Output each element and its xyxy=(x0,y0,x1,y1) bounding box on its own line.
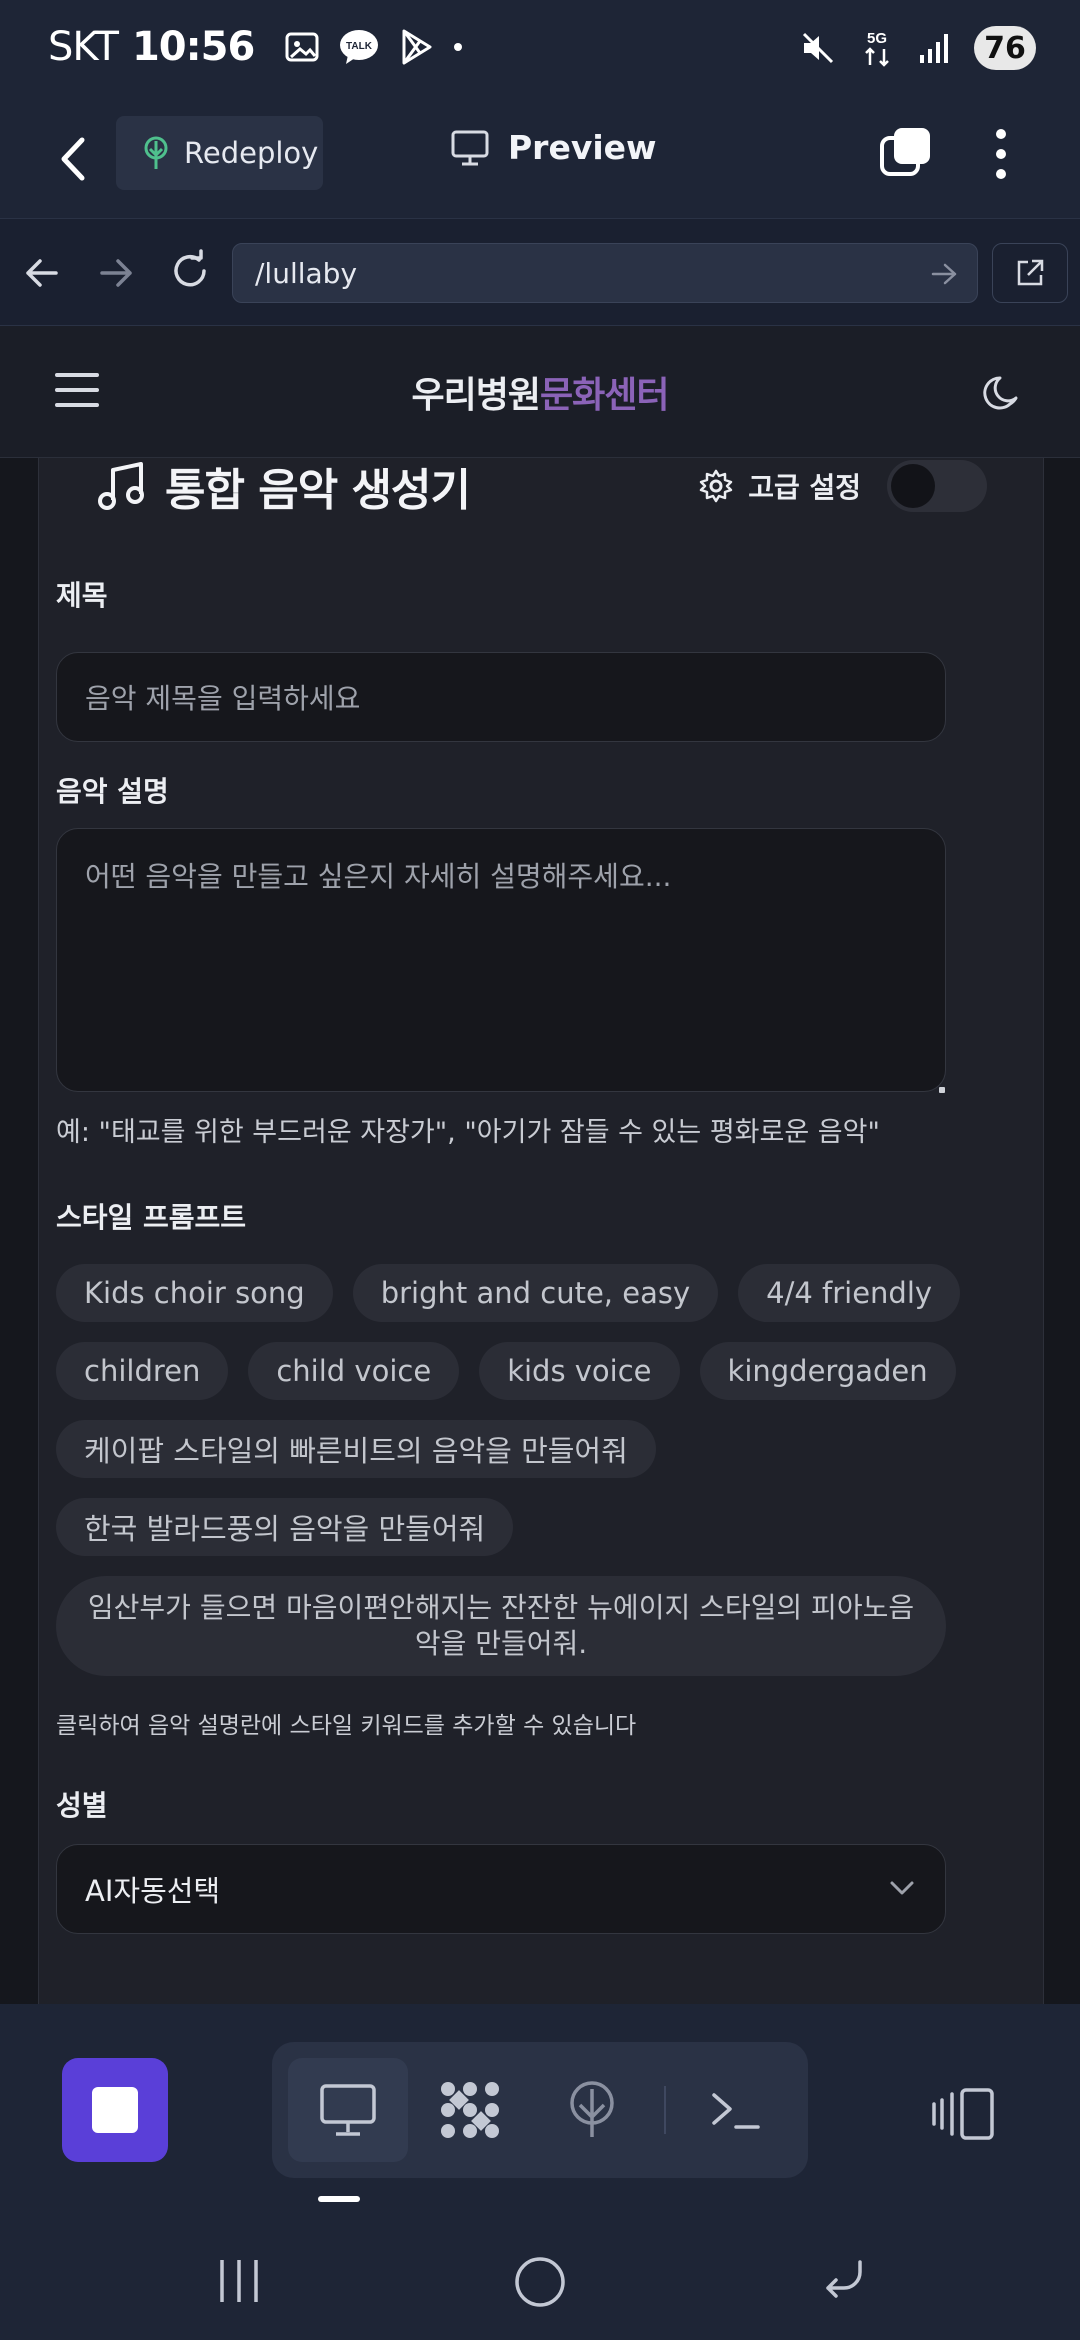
more-options-button[interactable] xyxy=(990,126,1012,182)
style-chip-list: Kids choir song bright and cute, easy 4/… xyxy=(56,1264,961,1676)
music-note-icon xyxy=(98,462,144,510)
recent-apps-icon xyxy=(220,2260,258,2302)
battery-indicator: 76 xyxy=(974,26,1036,70)
side-panel-icon xyxy=(932,2088,994,2140)
description-label: 음악 설명 xyxy=(56,775,169,808)
description-example-hint: 예: "태교를 위한 부드러운 자장가", "아기가 잠들 수 있는 평화로운 … xyxy=(56,1117,880,1148)
home-circle-icon xyxy=(515,2257,565,2307)
tabs-button[interactable] xyxy=(878,124,934,180)
arrow-right-icon xyxy=(100,259,132,287)
gender-selected-value: AI자동선택 xyxy=(85,1874,221,1908)
url-input[interactable]: /lullaby xyxy=(232,243,978,303)
chevron-left-icon xyxy=(61,137,85,181)
bottom-toolbar xyxy=(0,2004,1080,2204)
gear-icon xyxy=(699,469,733,503)
style-chip[interactable]: kingdergaden xyxy=(699,1342,956,1400)
recent-apps-button[interactable] xyxy=(216,2258,262,2304)
status-bar: SKT 10:56 TALK 5G 76 xyxy=(0,0,1080,100)
system-back-button[interactable] xyxy=(820,2256,868,2304)
deploy-icon xyxy=(570,2081,614,2137)
open-external-button[interactable] xyxy=(992,243,1068,303)
back-button[interactable] xyxy=(48,130,100,188)
url-text: /lullaby xyxy=(255,256,358,290)
moon-icon xyxy=(983,376,1018,410)
preview-tab[interactable]: Preview xyxy=(450,128,657,167)
brand-accent: 문화센터 xyxy=(540,375,669,416)
style-chip[interactable]: children xyxy=(56,1342,229,1400)
style-chip[interactable]: kids voice xyxy=(479,1342,680,1400)
tabs-icon xyxy=(880,128,930,176)
browser-reload-button[interactable] xyxy=(168,249,212,293)
external-link-icon xyxy=(1017,259,1044,286)
home-button[interactable] xyxy=(512,2254,568,2310)
theme-toggle-button[interactable] xyxy=(980,374,1022,416)
clock: 10:56 xyxy=(131,24,255,70)
site-header: 우리병원문화센터 xyxy=(0,326,1080,458)
reload-icon xyxy=(174,249,206,287)
signal-icon xyxy=(918,31,952,65)
monitor-icon xyxy=(320,2084,376,2136)
style-chip[interactable]: Kids choir song xyxy=(56,1264,333,1322)
style-chip-note: 클릭하여 음악 설명란에 스타일 키워드를 추가할 수 있습니다 xyxy=(56,1713,637,1739)
site-logo[interactable]: 우리병원문화센터 xyxy=(0,366,1080,418)
talk-notification-icon: TALK xyxy=(338,27,380,67)
tool-monitor[interactable] xyxy=(288,2058,408,2162)
browser-bar: /lullaby xyxy=(0,218,1080,326)
terminal-icon xyxy=(712,2093,760,2129)
system-navigation-bar xyxy=(0,2208,1080,2340)
browser-forward-button[interactable] xyxy=(96,253,136,293)
gallery-notification-icon xyxy=(282,27,322,67)
apps-icon xyxy=(441,2082,499,2138)
arrow-left-icon xyxy=(26,259,58,287)
panel-toggle-button[interactable] xyxy=(930,2086,996,2142)
deploy-icon xyxy=(144,136,168,169)
redeploy-button[interactable]: Redeploy xyxy=(116,116,323,190)
brand-main: 우리병원 xyxy=(411,375,541,416)
monitor-icon xyxy=(451,130,489,165)
card-header: 통합 음악 생성기 고급 설정 xyxy=(97,458,987,528)
toggle-knob xyxy=(891,464,935,508)
gender-select[interactable]: AI자동선택 xyxy=(56,1844,946,1934)
tool-deploy[interactable] xyxy=(532,2058,652,2162)
tool-terminal[interactable] xyxy=(676,2058,796,2162)
description-textarea[interactable]: 어떤 음악을 만들고 싶은지 자세히 설명해주세요... xyxy=(56,828,946,1093)
chevron-down-icon xyxy=(890,1881,914,1895)
advanced-settings-label: 고급 설정 xyxy=(748,471,861,504)
tool-apps[interactable] xyxy=(410,2058,530,2162)
preview-label: Preview xyxy=(508,128,657,167)
title-input[interactable]: 음악 제목을 입력하세요 xyxy=(56,652,946,742)
title-label: 제목 xyxy=(56,579,108,612)
browser-back-button[interactable] xyxy=(22,253,62,293)
stop-icon xyxy=(92,2087,138,2133)
redeploy-label: Redeploy xyxy=(184,136,319,170)
tool-separator xyxy=(664,2086,666,2134)
svg-text:5G: 5G xyxy=(867,30,887,47)
description-placeholder: 어떤 음악을 만들고 싶은지 자세히 설명해주세요... xyxy=(85,860,672,893)
more-notifications-dot-icon xyxy=(452,41,464,53)
style-chip[interactable]: child voice xyxy=(248,1342,460,1400)
style-chip[interactable]: bright and cute, easy xyxy=(352,1264,719,1322)
play-store-icon xyxy=(396,27,436,67)
svg-text:TALK: TALK xyxy=(346,41,373,52)
carrier-label: SKT xyxy=(48,24,119,70)
kebab-menu-icon xyxy=(996,129,1006,179)
title-placeholder: 음악 제목을 입력하세요 xyxy=(85,682,361,715)
back-arrow-icon xyxy=(826,2260,862,2298)
style-chip[interactable]: 4/4 friendly xyxy=(738,1264,961,1322)
tool-switcher xyxy=(272,2042,808,2178)
advanced-settings-toggle[interactable] xyxy=(887,460,987,512)
app-bar: Redeploy Preview xyxy=(0,100,1080,218)
gender-label: 성별 xyxy=(56,1789,108,1822)
mute-icon xyxy=(800,30,836,66)
style-chip[interactable]: 임산부가 들으면 마음이편안해지는 잔잔한 뉴에이지 스타일의 피아노음악을 만… xyxy=(56,1576,946,1676)
stop-button[interactable] xyxy=(62,2058,168,2162)
style-prompt-label: 스타일 프롬프트 xyxy=(56,1201,247,1234)
network-5g-icon: 5G xyxy=(858,27,896,69)
style-chip[interactable]: 한국 발라드풍의 음악을 만들어줘 xyxy=(56,1498,514,1556)
style-chip[interactable]: 케이팝 스타일의 빠른비트의 음악을 만들어줘 xyxy=(56,1420,656,1478)
url-go-icon[interactable] xyxy=(929,259,959,289)
resize-handle[interactable] xyxy=(939,1087,945,1093)
page-title: 통합 음악 생성기 xyxy=(165,465,471,516)
active-tab-indicator xyxy=(318,2196,360,2202)
